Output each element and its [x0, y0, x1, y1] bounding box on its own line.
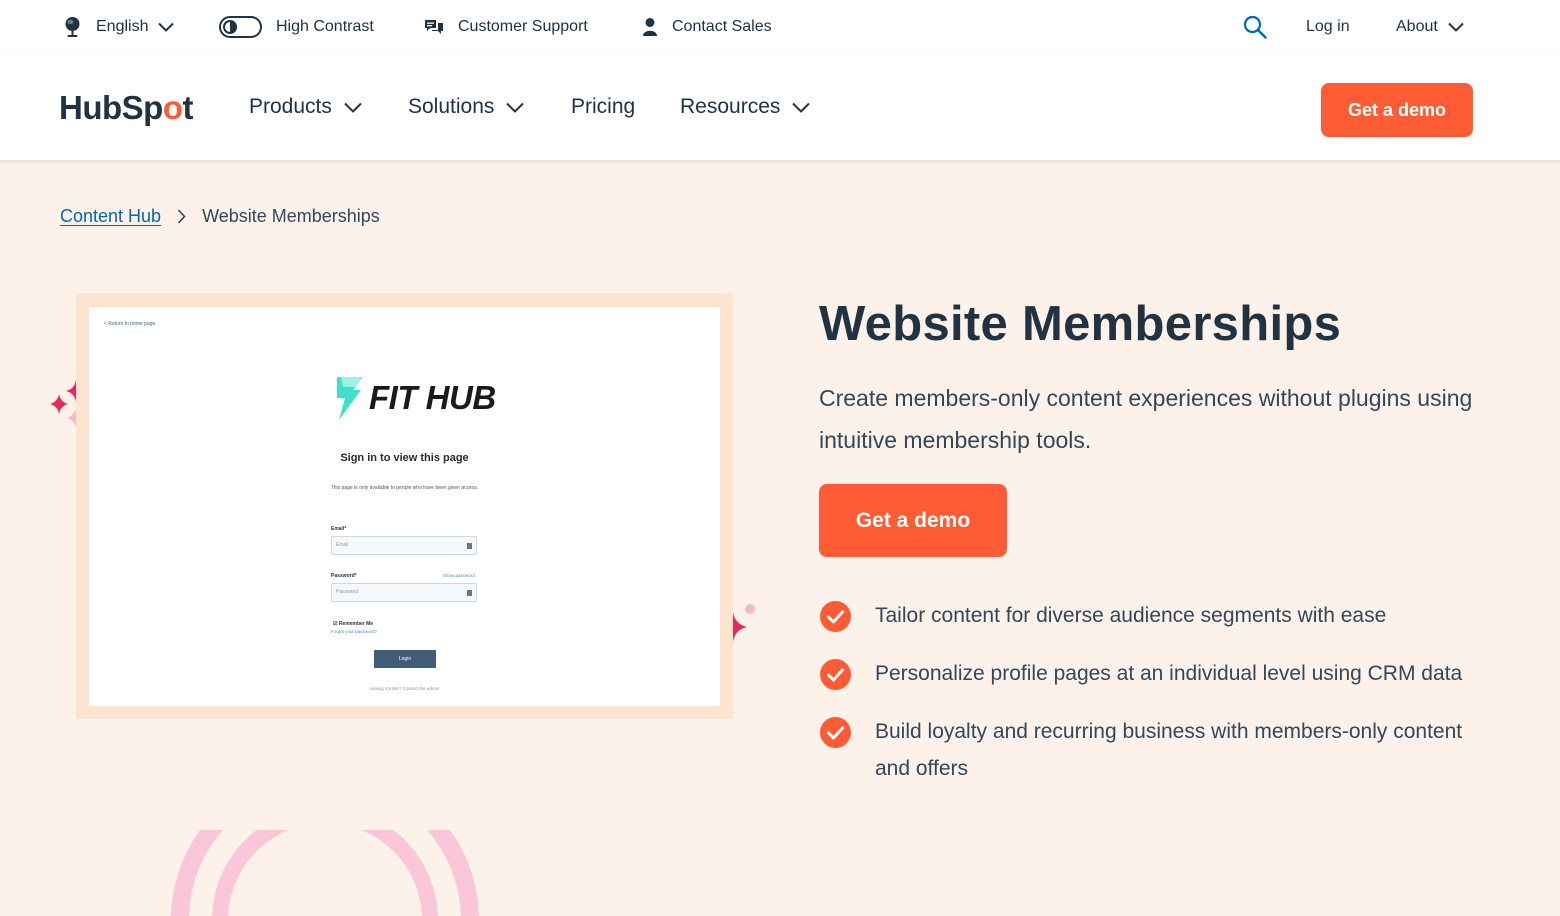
contact-sales-link[interactable]: Contact Sales [642, 0, 772, 54]
logo-text-end: t [182, 89, 194, 126]
toggle-icon [219, 16, 262, 38]
login-button: Login [374, 650, 436, 668]
feature-list: Tailor content for diverse audience segm… [820, 597, 1500, 787]
about-label: About [1396, 18, 1438, 35]
page-title: Website Memberships [819, 297, 1342, 351]
feature-item: Build loyalty and recurring business wit… [820, 713, 1500, 787]
hubspot-logo[interactable]: HubSp o t [59, 88, 193, 128]
chevron-down-icon [1448, 22, 1464, 32]
fit-hub-text: FIT HUB [369, 379, 496, 416]
field-icon [467, 590, 472, 596]
globe-icon [63, 16, 82, 38]
chevron-down-icon [344, 102, 362, 113]
high-contrast-toggle[interactable]: High Contrast [219, 0, 374, 54]
breadcrumb-current: Website Memberships [202, 205, 380, 226]
breadcrumb-content-hub[interactable]: Content Hub [60, 206, 161, 227]
forgot-password-link: Forgot your password? [331, 629, 378, 634]
nav-pricing-label: Pricing [571, 95, 636, 118]
feature-item: Personalize profile pages at an individu… [820, 655, 1500, 692]
password-field: Password [331, 583, 477, 602]
breadcrumb: Content Hub Website Memberships [60, 204, 380, 228]
chat-icon [424, 18, 444, 36]
fit-hub-bolt-icon [337, 377, 363, 420]
nav-resources[interactable]: Resources [680, 54, 811, 160]
utility-bar: English High Contrast Customer Support C… [0, 0, 1560, 54]
customer-support-link[interactable]: Customer Support [424, 0, 588, 54]
nav-products-label: Products [249, 95, 332, 118]
password-label: Password* [331, 573, 357, 579]
check-circle-icon [820, 717, 851, 748]
decorative-arcs [171, 830, 479, 916]
person-icon [642, 17, 658, 37]
nav-solutions-label: Solutions [408, 95, 495, 118]
fit-hub-logo: FIT HUB [335, 373, 496, 423]
email-placeholder: Email [336, 542, 349, 548]
logo-sprocket: o [162, 89, 183, 126]
customer-support-label: Customer Support [458, 18, 588, 35]
sign-in-subtitle: This page is only available to people wh… [330, 485, 479, 491]
high-contrast-label: High Contrast [276, 18, 374, 35]
chevron-right-icon [177, 208, 186, 224]
chevron-down-icon [506, 102, 525, 113]
field-icon [467, 543, 472, 549]
email-label: Email* [331, 526, 347, 532]
check-circle-icon [820, 601, 851, 632]
feature-text: Personalize profile pages at an individu… [875, 662, 1463, 685]
email-field: Email [331, 536, 477, 555]
chevron-down-icon [792, 102, 811, 113]
nav-pricing[interactable]: Pricing [571, 54, 635, 160]
nav-get-demo-button[interactable]: Get a demo [1321, 83, 1473, 137]
password-placeholder: Password [336, 589, 358, 595]
about-menu[interactable]: About [1396, 0, 1464, 54]
hero-get-demo-button[interactable]: Get a demo [819, 484, 1007, 557]
remember-me-label: Remember Me [338, 621, 374, 627]
check-circle-icon [820, 659, 851, 690]
nav-solutions[interactable]: Solutions [408, 54, 525, 160]
search-button[interactable] [1243, 0, 1267, 54]
trouble-link: Having trouble? Contact the admin [369, 686, 440, 691]
remember-me-checkbox: ☑ Remember Me [333, 621, 374, 627]
log-in-link[interactable]: Log in [1306, 0, 1350, 54]
hero-description: Create members-only content experiences … [819, 385, 1473, 453]
language-label: English [96, 18, 149, 35]
chevron-down-icon [158, 22, 175, 32]
nav-resources-label: Resources [680, 95, 781, 118]
sign-in-title: Sign in to view this page [340, 452, 469, 464]
feature-item: Tailor content for diverse audience segm… [820, 597, 1500, 634]
language-selector[interactable]: English [63, 0, 175, 54]
nav-products[interactable]: Products [249, 54, 362, 160]
show-password-link: Show password [443, 573, 475, 578]
main-nav: HubSp o t Products Solutions Pricing Resou… [0, 54, 1560, 160]
logo-text: HubSp [59, 89, 163, 126]
feature-text: Build loyalty and recurring business wit… [875, 720, 1463, 780]
return-home-link: < Return to home page [104, 321, 156, 327]
search-icon [1243, 15, 1267, 39]
log-in-label: Log in [1306, 18, 1350, 35]
contact-sales-label: Contact Sales [672, 18, 772, 35]
feature-text: Tailor content for diverse audience segm… [875, 604, 1387, 627]
membership-login-preview: < Return to home page FIT HUB Sign in to… [89, 307, 720, 706]
